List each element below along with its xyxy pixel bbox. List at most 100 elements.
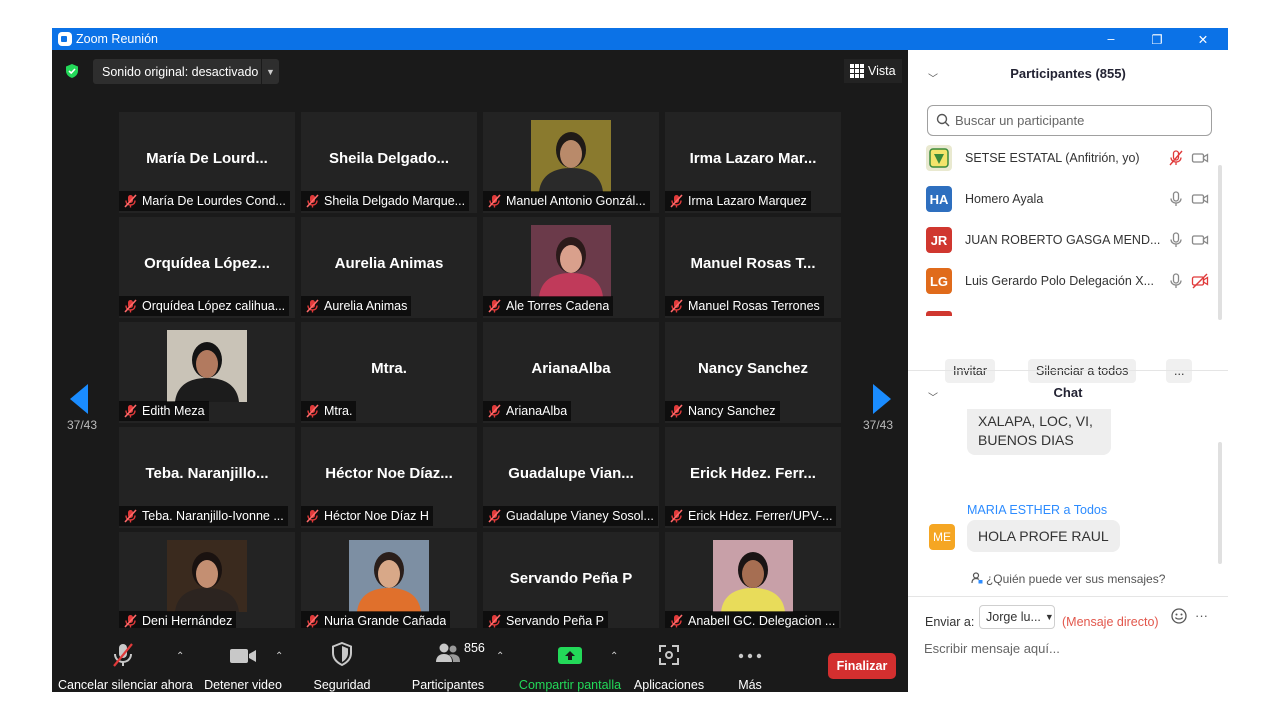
video-options-caret-icon[interactable]: ⌃ [275, 651, 283, 662]
audio-options-caret-icon[interactable]: ⌃ [176, 651, 184, 662]
chat-more-button[interactable]: ··· [1195, 608, 1208, 623]
original-sound-dropdown[interactable]: Sonido original: desactivado ▼ [93, 59, 279, 84]
tile-label-text: Ale Torres Cadena [506, 299, 610, 313]
video-tile[interactable]: Orquídea López... Orquídea López calihua.… [119, 217, 295, 318]
participant-row[interactable]: SETSE ESTATAL (Anfitrión, yo) [926, 141, 1216, 175]
page-indicator-left: 37/43 [67, 418, 98, 432]
tile-display-name: Aurelia Animas [334, 255, 444, 272]
security-shield-icon[interactable] [64, 63, 80, 79]
chevron-down-icon[interactable]: ▼ [261, 59, 279, 84]
minimize-button[interactable]: – [1088, 28, 1134, 50]
muted-mic-icon [488, 194, 501, 208]
video-tile[interactable]: ArianaAlba ArianaAlba [483, 322, 659, 423]
video-tile[interactable]: Anabell GC. Delegacion ... [665, 532, 841, 633]
organization-logo-icon [926, 145, 952, 171]
next-page-arrow-icon[interactable] [873, 384, 891, 414]
invite-button[interactable]: Invitar [945, 359, 996, 383]
mic-icon[interactable] [1167, 272, 1185, 290]
tile-display-name: Irma Lazaro Mar... [689, 150, 817, 167]
tile-name-label: Manuel Antonio Gonzál... [483, 191, 650, 211]
share-options-caret-icon[interactable]: ⌃ [610, 651, 618, 662]
video-tile[interactable]: Guadalupe Vian... Guadalupe Vianey Sosol.… [483, 427, 659, 528]
tile-name-label: Sheila Delgado Marque... [301, 191, 470, 211]
video-tile[interactable]: Erick Hdez. Ferr... Erick Hdez. Ferrer/UP… [665, 427, 841, 528]
end-meeting-button[interactable]: Finalizar [828, 653, 896, 679]
participant-video-feed [531, 225, 611, 297]
recipient-dropdown[interactable]: Jorge lu... ▼ [979, 605, 1055, 629]
video-camera-icon[interactable] [1191, 231, 1209, 249]
tile-name-label: Ale Torres Cadena [483, 296, 614, 316]
video-tile[interactable]: Sheila Delgado... Sheila Delgado Marque..… [301, 112, 477, 213]
previous-page-arrow-icon[interactable] [70, 384, 88, 414]
stop-video-label: Detener video [204, 678, 282, 692]
chat-title: Chat [1053, 385, 1083, 400]
video-tile[interactable]: Servando Peña P Servando Peña P [483, 532, 659, 633]
muted-mic-icon [124, 194, 137, 208]
participants-more-button[interactable]: ... [1166, 359, 1193, 383]
message-line: BUENOS DIAS [978, 432, 1074, 448]
video-tile[interactable]: Irma Lazaro Mar... Irma Lazaro Marquez [665, 112, 841, 213]
emoji-icon[interactable] [1170, 607, 1188, 625]
video-camera-icon[interactable] [1191, 190, 1209, 208]
video-camera-icon [230, 649, 256, 663]
tile-display-name: Manuel Rosas T... [690, 255, 816, 272]
tile-label-text: Nuria Grande Cañada [324, 614, 447, 628]
participant-row[interactable]: JR JUAN ROBERTO GASGA MEND... [926, 223, 1216, 257]
participant-video-feed [349, 540, 429, 612]
mute-all-button[interactable]: Silenciar a todos [1028, 359, 1137, 383]
security-button[interactable]: Seguridad [308, 628, 376, 692]
view-button[interactable]: Vista [844, 59, 902, 83]
participant-row[interactable]: LG Luis Gerardo Polo Delegación X... [926, 264, 1216, 298]
chat-scrollbar[interactable] [1218, 442, 1222, 564]
chat-message: HOLA PROFE RAUL [967, 520, 1120, 552]
video-camera-icon[interactable] [1191, 149, 1209, 167]
who-can-see-link[interactable]: ¿Quién puede ver sus mensajes? [908, 572, 1228, 586]
tile-name-label: Manuel Rosas Terrones [665, 296, 824, 316]
participants-options-caret-icon[interactable]: ⌃ [496, 651, 504, 662]
muted-mic-icon[interactable] [1167, 149, 1185, 167]
video-tile[interactable]: Edith Meza [119, 322, 295, 423]
chat-divider [908, 596, 1228, 597]
video-tile[interactable]: Héctor Noe Díaz... Héctor Noe Díaz H [301, 427, 477, 528]
tile-label-text: Orquídea López calihua... [142, 299, 286, 313]
tile-display-name: Erick Hdez. Ferr... [690, 465, 816, 482]
close-button[interactable]: ✕ [1180, 28, 1226, 50]
participant-name: SETSE ESTATAL (Anfitrión, yo) [965, 151, 1140, 165]
video-tile[interactable]: Nuria Grande Cañada [301, 532, 477, 633]
video-tile[interactable]: Mtra. Mtra. [301, 322, 477, 423]
tile-name-label: Nancy Sanchez [665, 401, 780, 421]
apps-button[interactable]: Aplicaciones [632, 628, 706, 692]
tile-name-label: Edith Meza [119, 401, 209, 421]
video-tile[interactable]: Teba. Naranjillo... Teba. Naranjillo-Ivon… [119, 427, 295, 528]
stop-video-button[interactable]: Detener video [200, 628, 286, 692]
more-label: Más [738, 678, 762, 692]
tile-label-text: Teba. Naranjillo-Ivonne ... [142, 509, 284, 523]
video-tile[interactable]: Nancy Sanchez Nancy Sanchez [665, 322, 841, 423]
video-tile[interactable]: Manuel Antonio Gonzál... [483, 112, 659, 213]
participant-search-input[interactable] [927, 105, 1212, 136]
unmute-button[interactable]: Cancelar silenciar ahora [58, 628, 193, 692]
restore-button[interactable]: ❐ [1134, 28, 1180, 50]
sender-avatar: ME [929, 524, 955, 550]
mic-icon[interactable] [1167, 190, 1185, 208]
more-button[interactable]: Más [726, 628, 774, 692]
video-tile[interactable]: Manuel Rosas T... Manuel Rosas Terrones [665, 217, 841, 318]
unmute-label: Cancelar silenciar ahora [58, 678, 193, 692]
participants-button[interactable]: 856 Participantes [408, 628, 488, 692]
participant-list-scrollbar[interactable] [1218, 165, 1222, 320]
muted-mic-icon [488, 509, 501, 523]
video-tile[interactable]: Ale Torres Cadena [483, 217, 659, 318]
participant-avatar: HA [926, 186, 952, 212]
muted-mic-icon [124, 509, 137, 523]
chat-message-input[interactable] [924, 636, 1214, 660]
muted-mic-icon [488, 299, 501, 313]
share-screen-button[interactable]: Compartir pantalla [518, 628, 622, 692]
mic-icon[interactable] [1167, 231, 1185, 249]
meeting-area: Sonido original: desactivado ▼ Vista 37/… [52, 50, 908, 692]
tile-name-label: Aurelia Animas [301, 296, 412, 316]
video-tile[interactable]: Deni Hernández [119, 532, 295, 633]
video-tile[interactable]: Aurelia Animas Aurelia Animas [301, 217, 477, 318]
participant-row[interactable]: HA Homero Ayala [926, 182, 1216, 216]
video-tile[interactable]: María De Lourd... María De Lourdes Cond..… [119, 112, 295, 213]
video-off-icon[interactable] [1191, 272, 1209, 290]
